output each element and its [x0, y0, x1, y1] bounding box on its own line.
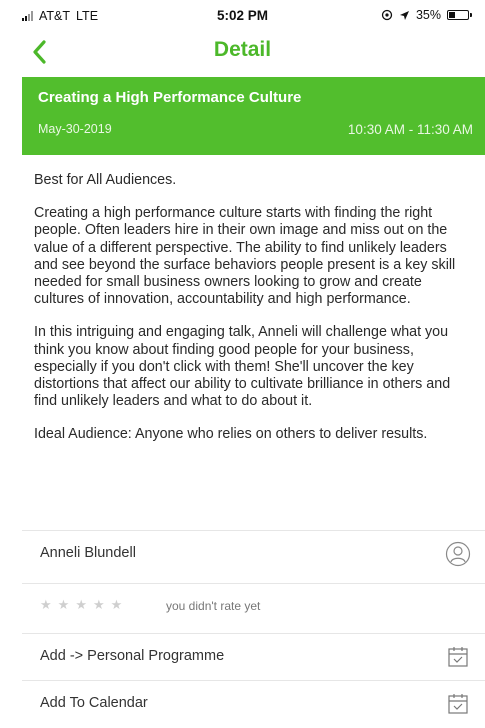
add-to-calendar-row[interactable]: Add To Calendar [22, 680, 485, 726]
star-icon[interactable]: ★ [111, 597, 123, 613]
status-bar: AT&T LTE 5:02 PM 35% [0, 0, 485, 32]
calendar-check-icon [448, 694, 468, 714]
calendar-check-icon [448, 647, 468, 667]
event-description: Best for All Audiences. Creating a high … [34, 172, 474, 460]
star-icon[interactable]: ★ [58, 597, 70, 613]
event-date: May-30-2019 [38, 122, 112, 136]
status-right: 35% [381, 8, 472, 22]
description-ideal-audience: Ideal Audience: Anyone who relies on oth… [34, 426, 428, 443]
battery-percent: 35% [415, 8, 441, 22]
add-personal-programme-label: Add -> Personal Programme [40, 648, 225, 664]
star-icon[interactable]: ★ [93, 597, 105, 613]
nav-bar: Detail [0, 32, 485, 72]
star-icon[interactable]: ★ [75, 597, 87, 613]
description-paragraph-2: In this intriguing and engaging talk, An… [34, 324, 451, 410]
event-time: 10:30 AM - 11:30 AM [347, 122, 473, 137]
orientation-lock-icon [381, 9, 393, 21]
star-rating[interactable]: ★ ★ ★ ★ ★ [40, 597, 122, 613]
rating-row: ★ ★ ★ ★ ★ you didn't rate yet [22, 583, 485, 631]
description-audience: Best for All Audiences. [34, 172, 177, 188]
star-icon[interactable]: ★ [40, 597, 52, 613]
add-personal-programme-row[interactable]: Add -> Personal Programme [22, 633, 485, 679]
location-icon [399, 10, 409, 20]
battery-fill [449, 12, 455, 18]
battery-icon [447, 10, 472, 20]
rating-note: you didn't rate yet [166, 599, 261, 613]
page-title: Detail [213, 38, 272, 61]
event-header: Creating a High Performance Culture May-… [22, 77, 485, 155]
add-to-calendar-label: Add To Calendar [40, 695, 148, 711]
description-paragraph-1: Creating a high performance culture star… [34, 205, 456, 308]
speaker-row[interactable]: Anneli Blundell [22, 530, 485, 576]
speaker-name: Anneli Blundell [40, 545, 136, 561]
event-title: Creating a High Performance Culture [38, 89, 302, 106]
person-icon [445, 541, 471, 567]
